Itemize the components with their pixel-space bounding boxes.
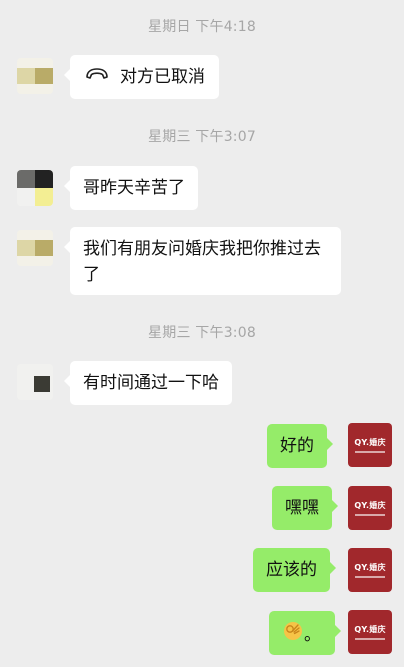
message-bubble[interactable]: 有时间通过一下哈 [64,361,232,405]
phone-hangup-icon [84,64,110,90]
message-bubble[interactable]: 我们有朋友问婚庆我把你推过去了 [64,227,341,295]
avatar-logo-text: QY.婚庆 [354,562,386,572]
contact-avatar[interactable] [17,58,53,94]
avatar-logo-line [355,575,385,578]
call-cancelled-bubble[interactable]: 对方已取消 [64,55,219,99]
avatar-logo-line [355,513,385,516]
call-status-text: 对方已取消 [120,67,205,87]
avatar-logo-line [355,450,385,453]
contact-avatar[interactable] [17,170,53,206]
my-avatar[interactable]: QY.婚庆 [348,486,392,530]
avatar-logo-text: QY.婚庆 [354,437,386,447]
contact-avatar[interactable] [17,364,53,400]
timestamp: 星期三 下午3:08 [148,325,256,341]
ok-hand-icon [282,620,304,650]
avatar-logo-text: QY.婚庆 [354,624,386,634]
my-message-bubble[interactable]: 。 [269,611,341,655]
my-avatar[interactable]: QY.婚庆 [348,423,392,467]
timestamp: 星期日 下午4:18 [148,19,256,35]
timestamp: 星期三 下午3:07 [148,129,256,145]
avatar-logo-text: QY.婚庆 [354,500,386,510]
my-message-bubble[interactable]: 好的 [267,424,333,468]
my-message-bubble[interactable]: 应该的 [253,548,336,592]
avatar-logo-line [355,637,385,640]
my-message-bubble[interactable]: 嘿嘿 [272,486,338,530]
my-avatar[interactable]: QY.婚庆 [348,610,392,654]
contact-avatar[interactable] [17,230,53,266]
chat-window: 星期日 下午4:18 对方已取消 星期三 下午3:07 哥昨天辛苦了 我们有朋友… [0,0,404,667]
message-bubble[interactable]: 哥昨天辛苦了 [64,166,198,210]
message-suffix: 。 [304,625,321,645]
my-avatar[interactable]: QY.婚庆 [348,548,392,592]
